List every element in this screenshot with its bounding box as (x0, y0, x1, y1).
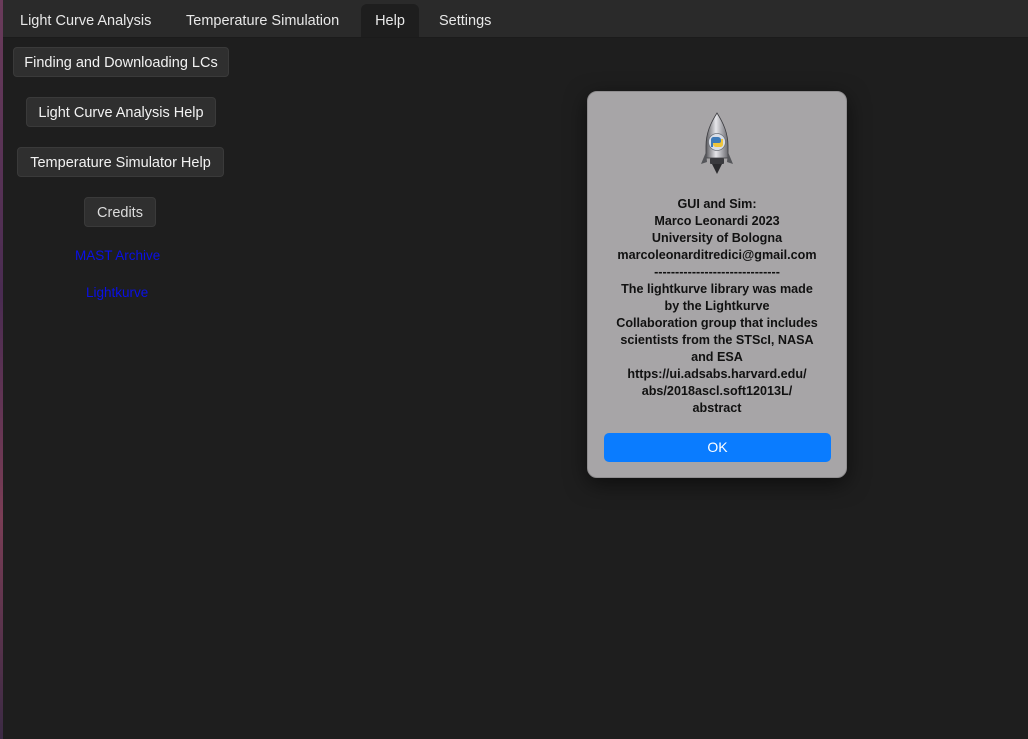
credits-line: Collaboration group that includes (616, 316, 818, 330)
credits-url-line: abs/2018ascl.soft12013L/ (641, 384, 793, 398)
credits-message: GUI and Sim: Marco Leonardi 2023 Univers… (596, 196, 838, 417)
tab-bar: Light Curve Analysis Temperature Simulat… (3, 0, 1028, 38)
tab-temperature-simulation[interactable]: Temperature Simulation (174, 4, 351, 37)
ok-button[interactable]: OK (604, 433, 831, 462)
credits-line: University of Bologna (651, 231, 783, 245)
credits-separator: ------------------------------ (654, 265, 780, 279)
desktop-edge (0, 0, 3, 739)
tab-help[interactable]: Help (361, 4, 419, 37)
credits-button[interactable]: Credits (84, 197, 156, 227)
lightkurve-link[interactable]: Lightkurve (86, 285, 148, 300)
temperature-simulator-help-button[interactable]: Temperature Simulator Help (17, 147, 224, 177)
credits-line: The lightkurve library was made (621, 282, 813, 296)
credits-line: and ESA (691, 350, 743, 364)
credits-line: by the Lightkurve (664, 299, 770, 313)
tab-light-curve-analysis[interactable]: Light Curve Analysis (8, 4, 163, 37)
credits-url-line: abstract (692, 401, 742, 415)
credits-line: GUI and Sim: (677, 197, 757, 211)
credits-line: scientists from the STScI, NASA (620, 333, 814, 347)
finding-downloading-lcs-button[interactable]: Finding and Downloading LCs (13, 47, 229, 77)
light-curve-analysis-help-button[interactable]: Light Curve Analysis Help (26, 97, 216, 127)
python-rocket-icon (701, 112, 733, 174)
credits-dialog: GUI and Sim: Marco Leonardi 2023 Univers… (587, 91, 847, 478)
tab-settings[interactable]: Settings (427, 4, 503, 37)
credits-line: marcoleonarditredici@gmail.com (617, 248, 817, 262)
credits-line: Marco Leonardi 2023 (654, 214, 780, 228)
app-window: Light Curve Analysis Temperature Simulat… (0, 0, 1028, 739)
mast-archive-link[interactable]: MAST Archive (75, 248, 160, 263)
credits-url-line: https://ui.adsabs.harvard.edu/ (627, 367, 807, 381)
